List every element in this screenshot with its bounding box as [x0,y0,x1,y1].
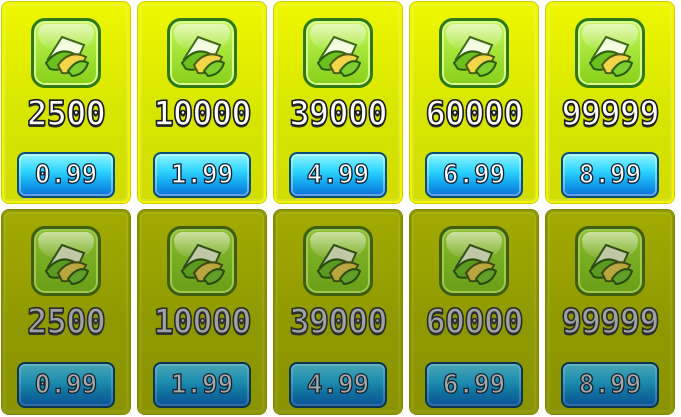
buy-button-disabled: 6.99 [425,362,523,408]
shop-card[interactable]: 2500 0.99 [2,2,130,203]
buy-button-disabled: 0.99 [17,362,115,408]
shop-card-dimmed: 99999 8.99 [546,210,674,414]
shop-card-dimmed: 10000 1.99 [138,210,266,414]
buy-button-disabled: 1.99 [153,362,251,408]
leaf-bundle-icon [439,18,509,88]
leaf-bundle-icon [31,226,101,296]
leaf-bundle-icon [575,226,645,296]
coin-amount: 99999 [561,301,661,343]
shop-card[interactable]: 10000 1.99 [138,2,266,203]
buy-button-disabled: 4.99 [289,362,387,408]
shop-card-dimmed: 39000 4.99 [274,210,402,414]
leaf-bundle-icon [303,226,373,296]
coin-amount: 2500 [26,93,106,135]
buy-button[interactable]: 6.99 [425,152,523,198]
coin-amount: 60000 [425,93,525,135]
coin-amount: 39000 [289,93,389,135]
leaf-bundle-icon [439,226,509,296]
coin-amount: 10000 [153,93,253,135]
buy-button[interactable]: 8.99 [561,152,659,198]
leaf-bundle-icon [31,18,101,88]
shop-row-active: 2500 0.99 10000 1.99 39000 4.99 60000 6.… [0,0,681,208]
coin-amount: 60000 [425,301,525,343]
buy-button-disabled: 8.99 [561,362,659,408]
shop-card-dimmed: 2500 0.99 [2,210,130,414]
buy-button[interactable]: 4.99 [289,152,387,198]
shop-card[interactable]: 39000 4.99 [274,2,402,203]
leaf-bundle-icon [167,18,237,88]
leaf-bundle-icon [167,226,237,296]
buy-button[interactable]: 0.99 [17,152,115,198]
leaf-bundle-icon [303,18,373,88]
coin-amount: 99999 [561,93,661,135]
shop-row-dimmed: 2500 0.99 10000 1.99 39000 4.99 60000 6.… [0,208,681,416]
coin-amount: 10000 [153,301,253,343]
buy-button[interactable]: 1.99 [153,152,251,198]
coin-amount: 2500 [26,301,106,343]
shop-card[interactable]: 99999 8.99 [546,2,674,203]
shop-card-dimmed: 60000 6.99 [410,210,538,414]
shop-card[interactable]: 60000 6.99 [410,2,538,203]
coin-amount: 39000 [289,301,389,343]
leaf-bundle-icon [575,18,645,88]
shop-grid: 2500 0.99 10000 1.99 39000 4.99 60000 6.… [0,0,681,417]
